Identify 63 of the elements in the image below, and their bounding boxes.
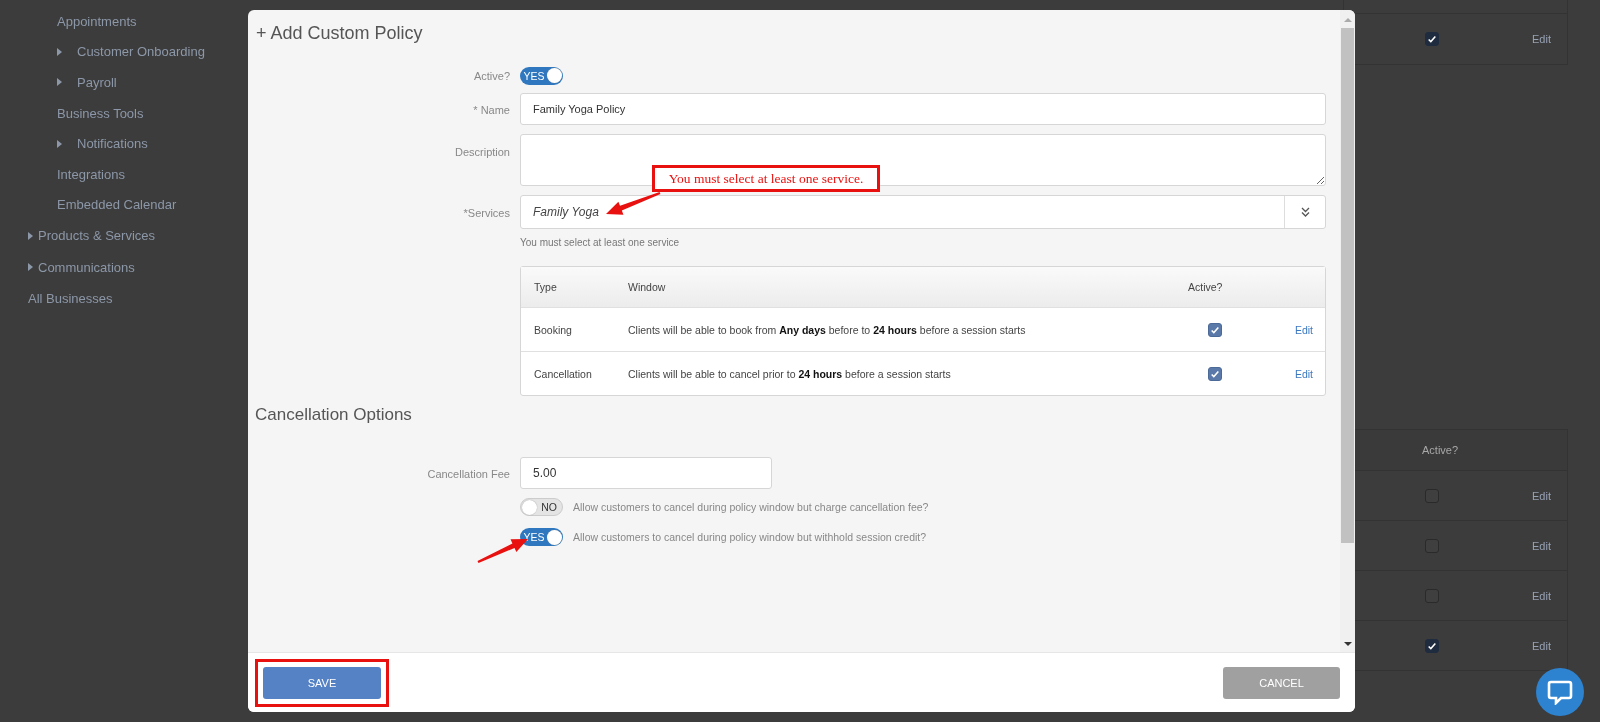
check-icon (1210, 324, 1220, 335)
sidebar-item[interactable]: Embedded Calendar (57, 197, 177, 213)
chat-button[interactable] (1536, 668, 1584, 716)
caret-icon[interactable] (28, 263, 33, 272)
edit-link[interactable]: Edit (1532, 589, 1551, 602)
checkbox[interactable] (1208, 366, 1222, 381)
name-field[interactable]: Family Yoga Policy (520, 93, 1326, 125)
table-cell-text: Clients will be able to cancel prior to 24 hours before a session starts (628, 367, 952, 380)
column-header: Window (628, 281, 667, 293)
sidebar-item[interactable]: Business Tools (57, 105, 144, 121)
toggle-switch[interactable]: YES (520, 66, 563, 85)
caret-icon[interactable] (57, 139, 62, 148)
annotation-arrow (606, 191, 661, 215)
help-text: You must select at least one service (520, 237, 680, 248)
table-cell-text: Cancellation (533, 367, 593, 380)
caret-icon[interactable] (28, 231, 33, 240)
sidebar-item[interactable]: Communications (38, 259, 135, 275)
checkbox[interactable] (1425, 32, 1439, 46)
toggle-switch[interactable]: YES (520, 528, 563, 546)
sidebar-item[interactable]: Appointments (57, 13, 137, 29)
sidebar-item[interactable]: Payroll (77, 75, 117, 90)
column-header: Active? (1188, 281, 1224, 293)
sidebar-item[interactable]: Products & Services (38, 228, 156, 244)
validation-tooltip: You must select at least one service. (652, 165, 880, 192)
option-label: Allow customers to cancel during policy window but charge cancellation fee? (573, 501, 929, 513)
sidebar-item[interactable]: All Businesses (28, 291, 113, 307)
annotation-arrow (477, 539, 528, 564)
caret-icon[interactable] (57, 47, 62, 56)
edit-link[interactable]: Edit (1532, 33, 1551, 45)
sidebar-item[interactable]: Integrations (57, 166, 125, 182)
field-label: Description (454, 146, 510, 158)
toggle-switch[interactable]: NO (520, 498, 563, 516)
column-header: Active? (1422, 444, 1459, 456)
checkbox[interactable] (1425, 638, 1439, 653)
field-label: * Name (473, 104, 510, 116)
scrollbar[interactable] (1340, 10, 1355, 652)
table-cell-text: Clients will be able to book from Any days before to 24 hours before a session starts (628, 323, 1027, 336)
table-cell-text: Booking (533, 323, 573, 336)
check-icon (1210, 368, 1220, 379)
save-button[interactable]: SAVE (263, 666, 381, 699)
option-label: Allow customers to cancel during policy window but withhold session credit? (573, 531, 927, 543)
check-icon (1427, 640, 1437, 651)
edit-link[interactable]: Edit (1532, 639, 1551, 652)
double-chevron-down-icon (1300, 207, 1310, 217)
fee-field[interactable]: 5.00 (520, 457, 772, 489)
edit-link[interactable]: Edit (1532, 539, 1551, 552)
chat-bubble-icon (1547, 679, 1573, 705)
caret-icon[interactable] (57, 78, 62, 87)
edit-link[interactable]: Edit (1532, 489, 1551, 502)
column-header: Type (533, 281, 558, 293)
edit-link[interactable]: Edit (1294, 323, 1313, 336)
cancel-button[interactable]: CANCEL (1223, 666, 1340, 699)
edit-link[interactable]: Edit (1294, 367, 1313, 380)
check-icon (1427, 34, 1437, 44)
checkbox[interactable] (1208, 322, 1222, 337)
services-field[interactable]: Family Yoga (520, 195, 1326, 229)
sidebar-item[interactable]: Notifications (77, 136, 148, 152)
field-label: *Services (463, 207, 510, 219)
field-label: Active? (473, 70, 510, 83)
section-heading: Cancellation Options (254, 404, 413, 426)
sidebar-item[interactable]: Customer Onboarding (77, 44, 205, 60)
field-label: Cancellation Fee (427, 468, 510, 480)
dialog-title: + Add Custom Policy (255, 22, 424, 45)
